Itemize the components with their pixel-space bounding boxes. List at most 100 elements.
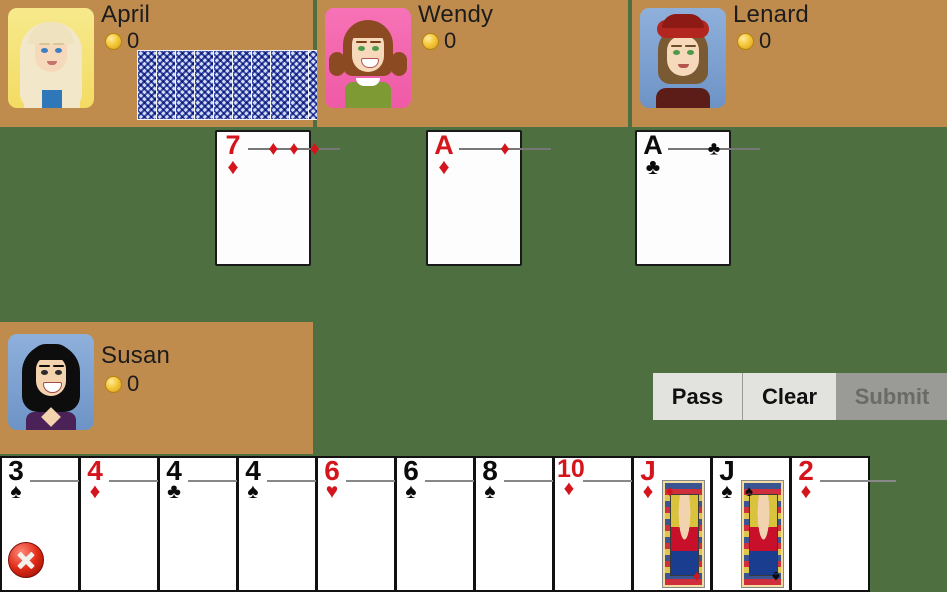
card-pip: ♠ — [441, 480, 450, 482]
remove-x-icon[interactable] — [8, 542, 44, 578]
card-pip: ♠ — [537, 480, 546, 482]
card-corner-index: 3 ♠ — [4, 456, 28, 503]
card-pip: ♦ — [854, 480, 863, 482]
hand-card[interactable]: 4♣♣♣♣♣ — [158, 456, 264, 592]
hand-card[interactable]: 2♦♦♦ — [790, 456, 896, 592]
coin-icon — [105, 32, 122, 50]
court-card-artwork: ♠ ♠ — [742, 481, 783, 587]
pass-button[interactable]: Pass — [653, 373, 743, 420]
card-pip-area: ♠ ♠ — [741, 480, 784, 588]
hand-card[interactable]: 3♠♠♠♠ — [0, 456, 106, 592]
card-pip: ♥ — [362, 480, 372, 482]
card-pip: ♠ — [441, 480, 450, 482]
card-pip: ♦ — [500, 138, 510, 160]
card-pip: ♣ — [707, 138, 721, 160]
card-suit-diamonds-icon: ♦ — [693, 568, 701, 585]
player-panel-susan: Susan 0 — [0, 322, 313, 454]
hand-card[interactable]: J ♠ ♠ ♠ — [711, 456, 791, 592]
avatar-wendy — [325, 8, 411, 108]
card-pip: ♦ — [268, 138, 279, 160]
card-pip: ♦ — [854, 480, 863, 482]
card-pip: ♦ — [126, 480, 135, 482]
card-corner-index: A ♦ — [431, 132, 457, 178]
card-suit-diamonds-icon: ♦ — [666, 483, 674, 500]
card-pip: ♦ — [617, 480, 626, 482]
card-pip-area: ♦♦ — [820, 480, 896, 482]
avatar-susan — [8, 334, 94, 430]
card-corner-index: 10 ♦ — [557, 456, 585, 500]
card-pip: ♠ — [520, 480, 529, 482]
clear-button[interactable]: Clear — [743, 373, 837, 420]
card-corner-index: 8 ♠ — [478, 456, 502, 503]
card-pip: ♠ — [537, 480, 546, 482]
card-pip: ♠ — [63, 480, 72, 482]
hand-card[interactable]: 6♠♠♠♠♠♠♠ — [395, 456, 501, 592]
player-score: 0 — [105, 28, 139, 54]
card-pip: ♥ — [362, 480, 372, 482]
card-pip-area: ♦ ♦ ♦ ♦ ♦ ♦ ♦ — [248, 140, 340, 159]
card-corner-index: 4 ♠ — [241, 456, 265, 503]
player-name-label: Wendy — [418, 1, 494, 28]
action-button-bar: Pass Clear Submit — [653, 373, 947, 420]
hand-card[interactable]: 10♦♦♦♦♦♦♦♦♦♦♦ — [553, 456, 659, 592]
card-pip: ♦ — [600, 480, 609, 482]
coin-icon — [737, 32, 754, 50]
card-pip: ♠ — [520, 480, 529, 482]
player-panel-wendy: Wendy 0 — [317, 0, 947, 127]
hand-card[interactable]: 8♠♠♠♠♠♠♠♠♠ — [474, 456, 580, 592]
card-suit-spades-icon: ♠ — [745, 483, 753, 500]
card-corner-index: J ♦ — [636, 456, 660, 503]
card-pip: ♣ — [203, 480, 214, 482]
played-card: 7 ♦ ♦ ♦ ♦ ♦ ♦ ♦ ♦ — [215, 130, 340, 266]
card-pip-area: ♣ — [668, 140, 760, 159]
played-card: A ♣ ♣ — [635, 130, 760, 266]
card-suit-diamonds-icon: ♦ — [227, 154, 239, 179]
player-score: 0 — [422, 28, 456, 54]
card-pip: ♣ — [203, 480, 214, 482]
submit-button: Submit — [837, 373, 947, 420]
card-pip: ♠ — [63, 480, 72, 482]
card-pip: ♦ — [600, 480, 609, 482]
coin-icon — [105, 375, 122, 393]
hand-card[interactable]: 4♦♦♦♦♦ — [79, 456, 185, 592]
card-pip: ♦ — [600, 480, 609, 482]
player-name-label: Lenard — [733, 1, 809, 28]
card-pip: ♠ — [63, 480, 72, 482]
card-corner-index: 4 ♣ — [162, 456, 186, 503]
card-corner-index: 7 ♦ — [220, 132, 246, 178]
player-panel-april: April 0 — [0, 0, 368, 127]
player-score: 0 — [105, 371, 139, 397]
card-pip: ♦ — [309, 138, 320, 160]
coin-icon — [422, 32, 439, 50]
card-pip-area: ♦ — [459, 140, 551, 159]
card-pip: ♠ — [283, 480, 292, 482]
card-corner-index: J ♠ — [715, 456, 739, 503]
card-pip: ♥ — [362, 480, 372, 482]
card-pip: ♦ — [600, 480, 609, 482]
card-corner-index: A ♣ — [640, 132, 666, 178]
card-pip: ♠ — [283, 480, 292, 482]
player-name-label: Susan — [101, 342, 171, 369]
card-pip: ♦ — [617, 480, 626, 482]
player-name-label: April — [101, 1, 151, 28]
hand-card[interactable]: J ♦ ♦ ♦ — [632, 456, 712, 592]
avatar-april — [8, 8, 94, 108]
card-corner-index: 4 ♦ — [83, 456, 107, 503]
player-hand: 3♠♠♠♠4♦♦♦♦♦4♣♣♣♣♣4♠♠♠♠♠6♥♥♥♥♥♥♥6♠♠♠♠♠♠♠8… — [0, 456, 947, 592]
card-pip: ♦ — [289, 138, 299, 160]
card-corner-index: 6 ♠ — [399, 456, 423, 503]
card-pip-area: ♦♦ — [662, 480, 705, 588]
card-pip: ♦ — [126, 480, 135, 482]
hand-card[interactable]: 4♠♠♠♠♠ — [237, 456, 343, 592]
card-pip: ♠ — [520, 480, 529, 482]
player-panel-lenard: Lenard 0 — [632, 0, 947, 127]
avatar-lenard — [640, 8, 726, 108]
card-pip: ♠ — [441, 480, 450, 482]
card-suit-spades-icon: ♠ — [772, 568, 780, 585]
hand-card[interactable]: 6♥♥♥♥♥♥♥ — [316, 456, 422, 592]
played-card: A ♦ ♦ — [426, 130, 551, 266]
card-corner-index: 6 ♥ — [320, 456, 344, 503]
player-score: 0 — [737, 28, 771, 54]
card-corner-index: 2 ♦ — [794, 456, 818, 503]
game-table: April 0 Wendy 0 Lenard 0 7 ♦ ♦ ♦ ♦ ♦ ♦ ♦… — [0, 0, 947, 592]
